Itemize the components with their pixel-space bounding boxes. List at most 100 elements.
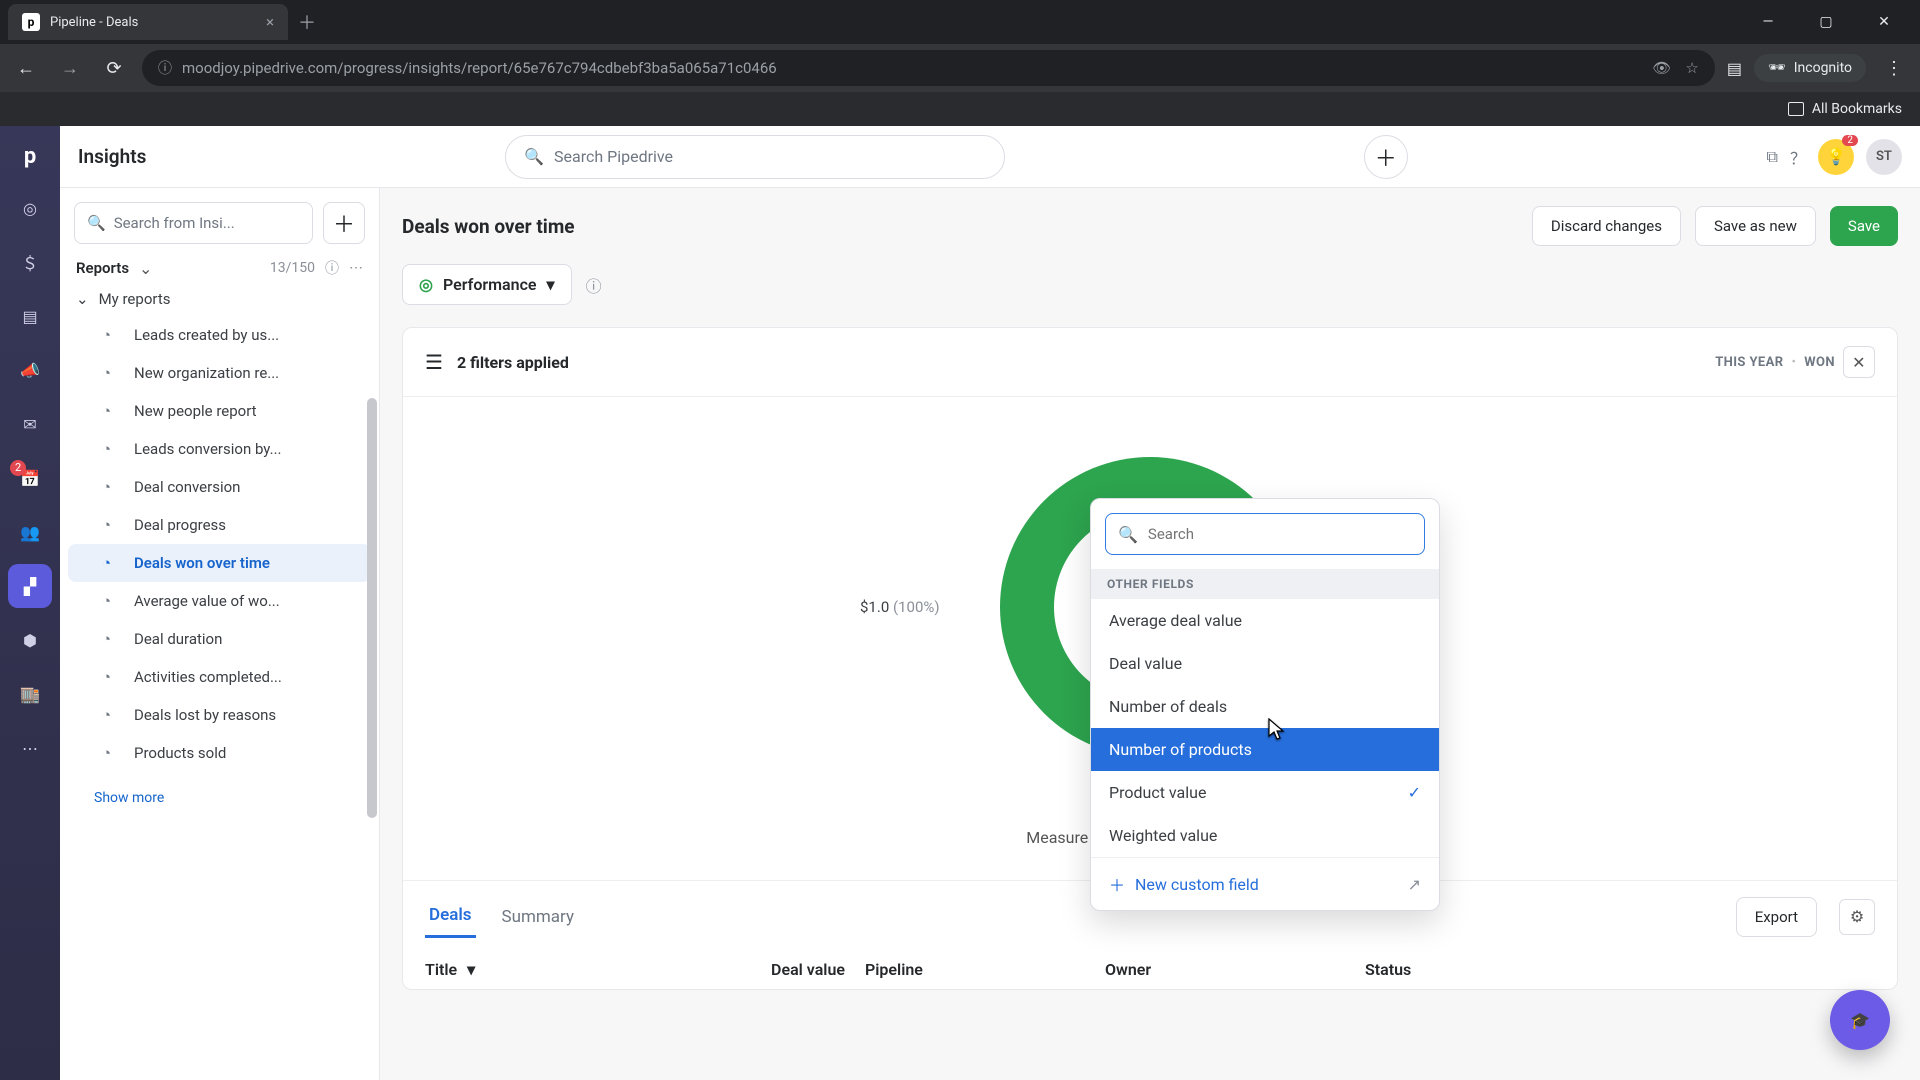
- report-item[interactable]: ◔Average value of wo...: [68, 582, 371, 620]
- popover-option[interactable]: Number of deals: [1091, 685, 1439, 728]
- quick-add-button[interactable]: ＋: [1364, 135, 1408, 179]
- popover-search[interactable]: 🔍: [1105, 513, 1425, 555]
- nav-reload-icon[interactable]: ⟳: [98, 52, 130, 84]
- close-filters-button[interactable]: ✕: [1843, 346, 1875, 378]
- extension-icon[interactable]: ⧉: [1767, 147, 1778, 167]
- rail-item-products[interactable]: ⬢: [8, 618, 52, 662]
- address-row: ← → ⟳ ⓘ moodjoy.pipedrive.com/progress/i…: [0, 44, 1920, 92]
- nav-forward-icon[interactable]: →: [54, 52, 86, 84]
- mail-icon: ✉: [23, 415, 36, 434]
- popover-option[interactable]: Product value✓: [1091, 771, 1439, 814]
- save-as-new-button[interactable]: Save as new: [1695, 206, 1816, 246]
- incognito-chip[interactable]: 🕶 Incognito: [1754, 54, 1866, 82]
- popover-search-input[interactable]: [1148, 525, 1412, 543]
- rail-item-marketplace[interactable]: 🏬: [8, 672, 52, 716]
- address-url: moodjoy.pipedrive.com/progress/insights/…: [182, 59, 777, 77]
- show-more-link[interactable]: Show more: [60, 782, 379, 814]
- report-type-select[interactable]: ◎ Performance ▾: [402, 264, 572, 305]
- window-maximize-icon[interactable]: ▢: [1808, 7, 1844, 37]
- popover-option[interactable]: Deal value: [1091, 642, 1439, 685]
- col-title[interactable]: Title ▾: [425, 950, 685, 989]
- report-item[interactable]: ◔Deal duration: [68, 620, 371, 658]
- help-icon[interactable]: ？: [1790, 145, 1806, 169]
- folder-icon: [1788, 102, 1804, 116]
- kebab-icon[interactable]: ⋯: [349, 260, 363, 276]
- scrollbar-thumb[interactable]: [367, 398, 377, 818]
- report-item[interactable]: ◔New people report: [68, 392, 371, 430]
- popover-option[interactable]: Weighted value: [1091, 814, 1439, 857]
- main-row: 🔍 Search from Insi... ＋ Reports ⌄ 13/150…: [60, 188, 1920, 1080]
- browser-menu-icon[interactable]: ⋮: [1878, 52, 1910, 84]
- academy-fab[interactable]: 🎓: [1830, 990, 1890, 1050]
- window-controls: — ▢ ✕: [1750, 7, 1912, 37]
- rail-item-mail[interactable]: ✉: [8, 402, 52, 446]
- app-logo[interactable]: p: [10, 136, 50, 176]
- rail-item-deals[interactable]: ＄: [8, 240, 52, 284]
- sort-desc-icon: ▾: [467, 960, 475, 979]
- table-settings-button[interactable]: ⚙: [1839, 899, 1875, 935]
- reports-header[interactable]: Reports ⌄ 13/150 ⓘ ⋯: [60, 254, 379, 282]
- new-tab-button[interactable]: ＋: [292, 7, 322, 37]
- report-item[interactable]: ◔New organization re...: [68, 354, 371, 392]
- save-button[interactable]: Save: [1830, 206, 1898, 246]
- filter-icon[interactable]: ☰: [425, 350, 443, 374]
- popover-footer[interactable]: ＋ New custom field ↗: [1091, 857, 1439, 910]
- rail-item-focus[interactable]: ◎: [8, 186, 52, 230]
- report-label: New people report: [134, 402, 257, 420]
- global-search[interactable]: 🔍 Search Pipedrive: [505, 135, 1005, 179]
- idea-button[interactable]: 💡 2: [1818, 139, 1854, 175]
- report-item[interactable]: ◔Activities completed...: [68, 658, 371, 696]
- report-label: New organization re...: [134, 364, 279, 382]
- tab-summary[interactable]: Summary: [498, 897, 578, 937]
- address-bar[interactable]: ⓘ moodjoy.pipedrive.com/progress/insight…: [142, 50, 1715, 86]
- col-status[interactable]: Status: [1365, 950, 1875, 989]
- report-item[interactable]: ◔Deal conversion: [68, 468, 371, 506]
- site-info-icon[interactable]: ⓘ: [158, 58, 172, 78]
- rail-item-insights[interactable]: ▞: [8, 564, 52, 608]
- report-icon: ◔: [102, 668, 122, 686]
- separator: •: [1791, 355, 1796, 370]
- report-item[interactable]: ◔Products sold: [68, 734, 371, 772]
- chevron-down-icon: ⌄: [76, 290, 89, 308]
- info-icon[interactable]: ⓘ: [586, 273, 602, 297]
- report-item[interactable]: ◔Deals lost by reasons: [68, 696, 371, 734]
- info-icon[interactable]: ⓘ: [325, 258, 339, 278]
- browser-tab[interactable]: p Pipeline - Deals ×: [8, 4, 288, 40]
- side-panel-icon[interactable]: ▤: [1727, 59, 1742, 78]
- col-pipeline[interactable]: Pipeline: [845, 950, 1105, 989]
- tab-deals[interactable]: Deals: [425, 895, 476, 938]
- rail-item-activities[interactable]: 2 📅: [8, 456, 52, 500]
- col-deal-value[interactable]: Deal value: [685, 950, 845, 989]
- filters-label[interactable]: 2 filters applied: [457, 353, 569, 372]
- rail-item-campaigns[interactable]: 📣: [8, 348, 52, 392]
- more-icon: ⋯: [22, 739, 38, 758]
- window-minimize-icon[interactable]: —: [1750, 7, 1786, 37]
- report-item[interactable]: ◔Deal progress: [68, 506, 371, 544]
- window-close-icon[interactable]: ✕: [1866, 7, 1902, 37]
- rail-item-more[interactable]: ⋯: [8, 726, 52, 770]
- insights-add-button[interactable]: ＋: [323, 202, 365, 244]
- all-bookmarks-link[interactable]: All Bookmarks: [1812, 101, 1902, 117]
- report-item[interactable]: ◔Deals won over time: [68, 544, 371, 582]
- rail-item-projects[interactable]: ▤: [8, 294, 52, 338]
- bookmark-star-icon[interactable]: ☆: [1685, 59, 1698, 77]
- popover-option[interactable]: Number of products: [1091, 728, 1439, 771]
- report-item[interactable]: ◔Leads conversion by...: [68, 430, 371, 468]
- export-button[interactable]: Export: [1736, 897, 1817, 937]
- report-list[interactable]: ◔Leads created by us...◔New organization…: [60, 316, 379, 782]
- group-my-reports[interactable]: ⌄ My reports: [60, 282, 379, 316]
- user-avatar[interactable]: ST: [1866, 139, 1902, 175]
- rail-item-contacts[interactable]: 👥: [8, 510, 52, 554]
- tab-close-icon[interactable]: ×: [266, 13, 274, 31]
- eye-off-icon[interactable]: 👁: [1652, 59, 1671, 77]
- popover-option[interactable]: Average deal value: [1091, 599, 1439, 642]
- report-icon: ◔: [102, 326, 122, 344]
- filter-tag[interactable]: WON: [1804, 355, 1835, 370]
- discard-button[interactable]: Discard changes: [1532, 206, 1681, 246]
- search-icon: 🔍: [524, 147, 544, 166]
- col-owner[interactable]: Owner: [1105, 950, 1365, 989]
- nav-back-icon[interactable]: ←: [10, 52, 42, 84]
- insights-search[interactable]: 🔍 Search from Insi...: [74, 202, 313, 244]
- filter-tag[interactable]: THIS YEAR: [1715, 355, 1783, 370]
- report-item[interactable]: ◔Leads created by us...: [68, 316, 371, 354]
